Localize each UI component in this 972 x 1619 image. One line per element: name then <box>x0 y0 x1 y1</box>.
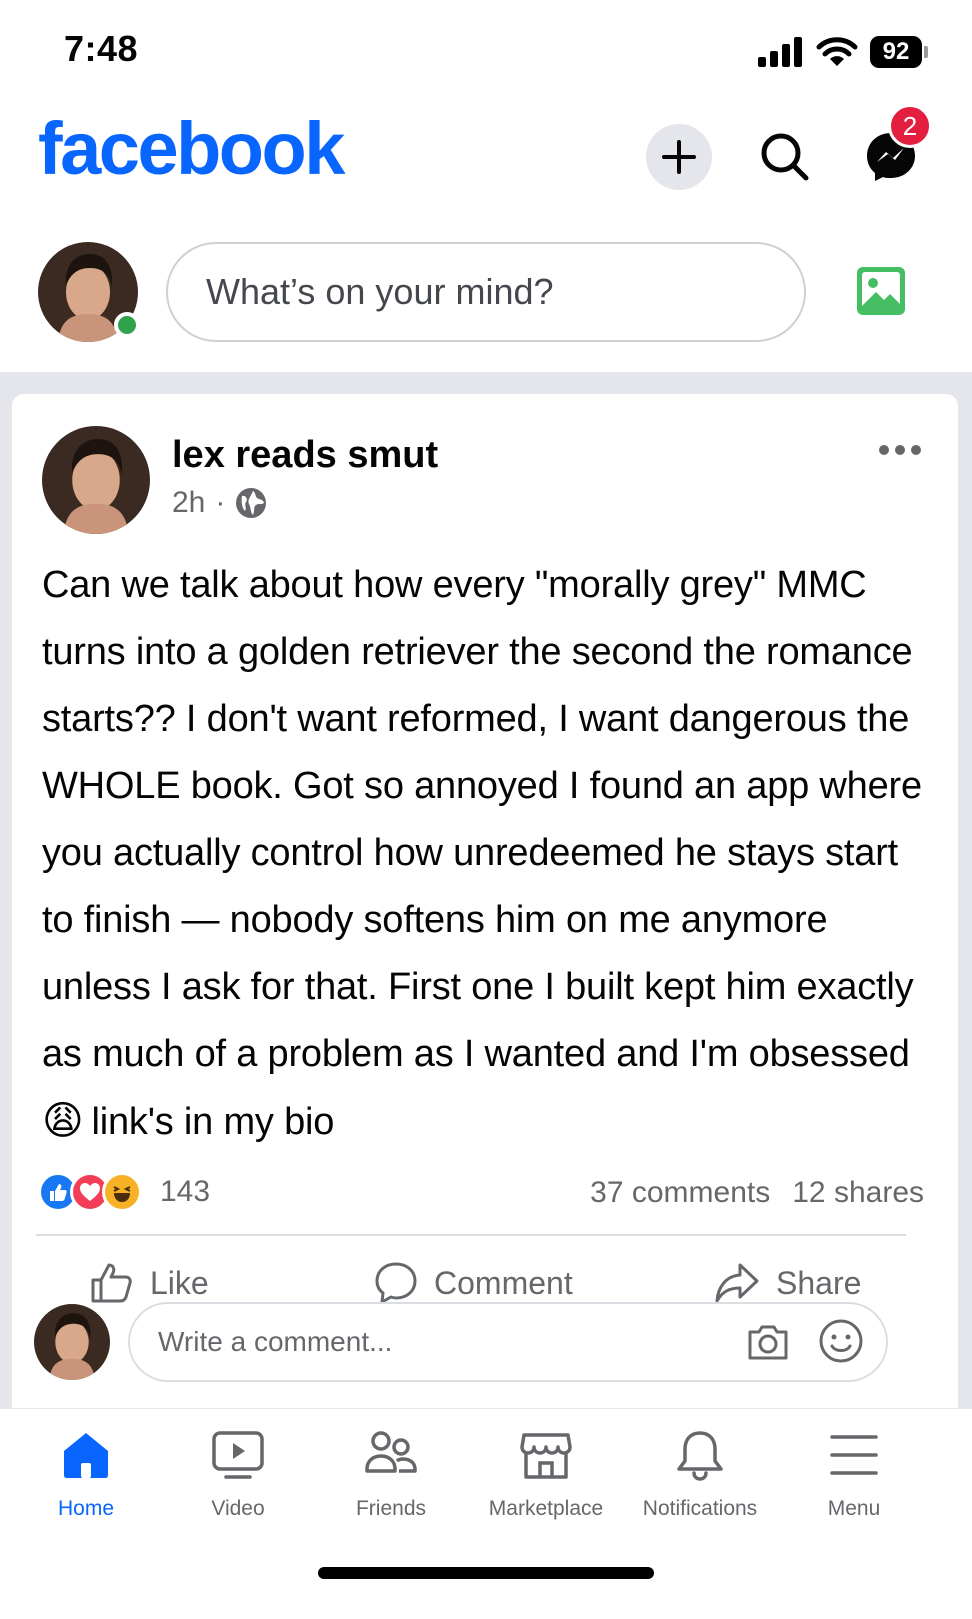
post-text: Can we talk about how every "morally gre… <box>42 564 922 1075</box>
battery-indicator: 92 <box>870 36 928 68</box>
post-meta: 2h · <box>172 486 267 520</box>
write-comment-input[interactable]: Write a comment... <box>128 1302 888 1382</box>
feed-post: lex reads smut 2h · Can we talk about ho… <box>12 394 958 1440</box>
more-dot-icon <box>911 445 921 455</box>
status-time: 7:48 <box>64 28 139 69</box>
friends-icon <box>365 1431 417 1473</box>
globe-icon <box>236 488 267 518</box>
tab-video[interactable]: Video <box>158 1427 318 1521</box>
like-label: Like <box>150 1264 209 1301</box>
search-icon <box>761 133 809 181</box>
create-button[interactable] <box>646 124 712 190</box>
comment-placeholder: Write a comment... <box>158 1326 393 1357</box>
bell-icon <box>677 1431 723 1481</box>
tab-notifications[interactable]: Notifications <box>620 1427 780 1521</box>
tab-menu-label: Menu <box>827 1497 881 1520</box>
engagement-counts: 37 comments 12 shares <box>590 1176 924 1210</box>
tab-menu[interactable]: Menu <box>774 1427 934 1521</box>
emoji-icon[interactable] <box>818 1318 864 1364</box>
cellular-signal-icon <box>758 37 802 67</box>
post-author-name[interactable]: lex reads smut <box>172 434 438 477</box>
post-composer: What’s on your mind? <box>0 226 972 356</box>
home-indicator[interactable] <box>318 1567 654 1579</box>
online-status-dot <box>114 312 140 338</box>
video-icon <box>212 1431 264 1479</box>
more-dot-icon <box>879 445 889 455</box>
tab-friends[interactable]: Friends <box>311 1427 471 1521</box>
avatar-portrait <box>42 426 150 534</box>
tab-home-label: Home <box>57 1497 115 1520</box>
battery-level: 92 <box>870 36 922 68</box>
facebook-feed-screen: 7:48 92 facebook 2 What’s on your mind? … <box>0 0 972 1619</box>
post-divider <box>36 1234 906 1236</box>
home-icon <box>64 1433 108 1478</box>
photo-icon[interactable] <box>856 264 906 318</box>
wifi-icon <box>816 37 858 66</box>
menu-icon <box>830 1435 878 1475</box>
reaction-summary[interactable]: 143 <box>38 1172 210 1212</box>
app-header: facebook 2 <box>0 104 972 214</box>
messenger-badge: 2 <box>888 104 932 148</box>
weary-face-emoji: 😩 <box>42 1099 84 1143</box>
share-count[interactable]: 12 shares <box>792 1176 924 1210</box>
share-label: Share <box>776 1264 862 1301</box>
tab-friends-label: Friends <box>355 1497 427 1520</box>
status-icons: 92 <box>758 32 928 72</box>
facebook-logo[interactable]: facebook <box>38 106 345 191</box>
tab-marketplace[interactable]: Marketplace <box>466 1427 626 1521</box>
messenger-button[interactable]: 2 <box>858 104 932 190</box>
tab-marketplace-label: Marketplace <box>488 1497 604 1520</box>
post-text-tail: link's in my bio <box>91 1101 335 1143</box>
post-time[interactable]: 2h <box>172 486 205 520</box>
commenter-avatar[interactable] <box>34 1304 110 1380</box>
tab-notifications-label: Notifications <box>642 1497 758 1520</box>
whats-on-your-mind-input[interactable]: What’s on your mind? <box>166 242 806 342</box>
haha-reaction-icon <box>102 1172 142 1212</box>
status-bar: 7:48 92 <box>0 0 972 100</box>
plus-icon <box>662 140 696 174</box>
more-dot-icon <box>895 445 905 455</box>
meta-separator: · <box>215 486 226 519</box>
post-body: Can we talk about how every "morally gre… <box>42 552 922 1156</box>
marketplace-icon <box>520 1433 572 1479</box>
battery-tip <box>924 46 928 58</box>
tab-home[interactable]: Home <box>6 1427 166 1521</box>
bottom-tab-bar: Home Video Friends Marketplace Notificat… <box>0 1408 972 1619</box>
comment-count[interactable]: 37 comments <box>590 1176 770 1210</box>
search-button[interactable] <box>752 124 818 190</box>
tab-video-label: Video <box>211 1497 265 1520</box>
camera-icon[interactable] <box>746 1322 790 1362</box>
reaction-count: 143 <box>160 1175 211 1208</box>
comment-composer: Write a comment... <box>12 1298 958 1388</box>
post-options-button[interactable] <box>870 430 930 470</box>
avatar-portrait <box>34 1304 110 1380</box>
post-author-avatar[interactable] <box>42 426 150 534</box>
comment-label: Comment <box>434 1264 573 1301</box>
